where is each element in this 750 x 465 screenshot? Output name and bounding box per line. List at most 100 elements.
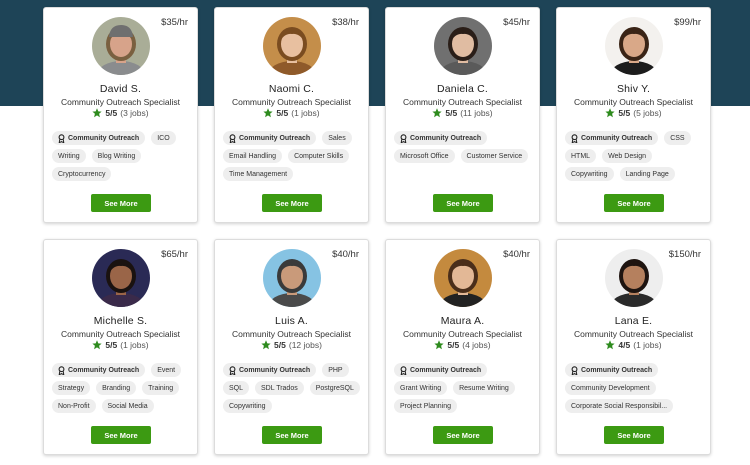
avatar[interactable] (92, 17, 150, 75)
see-more-button[interactable]: See More (91, 426, 151, 444)
skill-tags: Community Outreach CSS HTML Web Design Copy… (565, 131, 704, 181)
skill-tag[interactable]: PostgreSQL (309, 381, 360, 395)
star-icon (92, 108, 103, 118)
freelancer-card[interactable]: $45/hr Daniela C. Community Outreach Spe… (385, 7, 540, 223)
star-icon (605, 108, 616, 118)
freelancer-card[interactable]: $40/hr Maura A. Community Outreach Speci… (385, 239, 540, 455)
skill-badge[interactable]: Community Outreach (52, 131, 146, 145)
freelancer-card[interactable]: $40/hr Luis A. Community Outreach Specia… (214, 239, 369, 455)
rating: 5/5 (12 jobs) (215, 340, 368, 350)
skill-tag[interactable]: Project Planning (394, 399, 457, 413)
skill-badge-label: Community Outreach (68, 366, 140, 374)
hourly-rate: $40/hr (503, 249, 530, 260)
skill-tag[interactable]: Customer Service (460, 149, 529, 163)
freelancer-name[interactable]: Lana E. (557, 315, 710, 327)
skill-badge[interactable]: Community Outreach (223, 363, 317, 377)
skill-badge-label: Community Outreach (239, 134, 311, 142)
avatar-photo (92, 17, 150, 75)
avatar[interactable] (263, 249, 321, 307)
skill-badge-label: Community Outreach (68, 134, 140, 142)
badge-icon (400, 365, 407, 375)
hourly-rate: $35/hr (161, 17, 188, 28)
freelancer-name[interactable]: Michelle S. (44, 315, 197, 327)
skill-tag[interactable]: Sales (322, 131, 352, 145)
skill-tag[interactable]: PHP (322, 363, 349, 377)
hourly-rate: $99/hr (674, 17, 701, 28)
rating-score: 5/5 (105, 340, 118, 350)
rating-score: 5/5 (276, 108, 289, 118)
skill-tags: Community Outreach Community Development… (565, 363, 704, 413)
skill-tag[interactable]: SQL (223, 381, 250, 395)
skill-tag[interactable]: Copywriting (565, 167, 614, 181)
avatar[interactable] (605, 17, 663, 75)
freelancer-name[interactable]: Shiv Y. (557, 83, 710, 95)
rating-score: 4/5 (618, 340, 631, 350)
skill-badge[interactable]: Community Outreach (394, 131, 488, 145)
skill-badge-label: Community Outreach (581, 366, 653, 374)
skill-tag[interactable]: CSS (664, 131, 691, 145)
avatar[interactable] (263, 17, 321, 75)
freelancer-card[interactable]: $99/hr Shiv Y. Community Outreach Specia… (556, 7, 711, 223)
skill-badge[interactable]: Community Outreach (394, 363, 488, 377)
skill-badge[interactable]: Community Outreach (565, 363, 659, 377)
hourly-rate: $45/hr (503, 17, 530, 28)
badge-icon (571, 133, 578, 143)
skill-badge[interactable]: Community Outreach (565, 131, 659, 145)
skill-tag[interactable]: Cryptocurrency (52, 167, 112, 181)
see-more-button[interactable]: See More (262, 426, 322, 444)
skill-badge[interactable]: Community Outreach (52, 363, 146, 377)
skill-tags: Community Outreach Event Strategy Branding… (52, 363, 191, 413)
skill-tag[interactable]: Non-Profit (52, 399, 96, 413)
skill-tag[interactable]: Time Management (223, 167, 294, 181)
freelancer-card[interactable]: $35/hr David S. Community Outreach Speci… (43, 7, 198, 223)
skill-tag[interactable]: Social Media (101, 399, 154, 413)
avatar[interactable] (434, 17, 492, 75)
skill-tag[interactable]: Web Design (602, 149, 653, 163)
freelancer-name[interactable]: David S. (44, 83, 197, 95)
skill-tag[interactable]: Strategy (52, 381, 91, 395)
skill-tag[interactable]: Resume Writing (453, 381, 515, 395)
avatar-photo (263, 17, 321, 75)
rating-score: 5/5 (105, 108, 118, 118)
skill-tag[interactable]: Email Handling (223, 149, 283, 163)
freelancer-name[interactable]: Daniela C. (386, 83, 539, 95)
skill-tag[interactable]: Corporate Social Responsibil... (565, 399, 674, 413)
see-more-button[interactable]: See More (262, 194, 322, 212)
skill-tag[interactable]: ICO (151, 131, 176, 145)
rating: 5/5 (4 jobs) (386, 340, 539, 350)
see-more-button[interactable]: See More (604, 194, 664, 212)
avatar[interactable] (434, 249, 492, 307)
skill-tag[interactable]: Branding (96, 381, 137, 395)
avatar[interactable] (92, 249, 150, 307)
rating: 5/5 (1 jobs) (44, 340, 197, 350)
skill-tag[interactable]: Landing Page (619, 167, 675, 181)
skill-tag[interactable]: Community Development (565, 381, 656, 395)
skill-tag[interactable]: HTML (565, 149, 597, 163)
avatar[interactable] (605, 249, 663, 307)
see-more-button[interactable]: See More (604, 426, 664, 444)
skill-tag[interactable]: Copywriting (223, 399, 272, 413)
freelancer-name[interactable]: Maura A. (386, 315, 539, 327)
skill-tags: Community Outreach ICO Writing Blog Writin… (52, 131, 191, 181)
skill-tag[interactable]: SDL Trados (255, 381, 304, 395)
skill-tag[interactable]: Computer Skills (288, 149, 350, 163)
freelancer-name[interactable]: Naomi C. (215, 83, 368, 95)
freelancer-card[interactable]: $65/hr Michelle S. Community Outreach Sp… (43, 239, 198, 455)
see-more-button[interactable]: See More (91, 194, 151, 212)
skill-tag[interactable]: Microsoft Office (394, 149, 455, 163)
skill-tag[interactable]: Writing (52, 149, 86, 163)
freelancer-card[interactable]: $150/hr Lana E. Community Outreach Speci… (556, 239, 711, 455)
skill-badge[interactable]: Community Outreach (223, 131, 317, 145)
freelancer-card[interactable]: $38/hr Naomi C. Community Outreach Speci… (214, 7, 369, 223)
star-icon (263, 108, 274, 118)
skill-tag[interactable]: Blog Writing (91, 149, 142, 163)
freelancer-name[interactable]: Luis A. (215, 315, 368, 327)
rating-score: 5/5 (618, 108, 631, 118)
skill-tag[interactable]: Training (142, 381, 180, 395)
skill-tag[interactable]: Grant Writing (394, 381, 448, 395)
badge-icon (58, 133, 65, 143)
see-more-button[interactable]: See More (433, 194, 493, 212)
skill-tag[interactable]: Event (151, 363, 182, 377)
freelancer-card-grid: $35/hr David S. Community Outreach Speci… (43, 7, 711, 455)
see-more-button[interactable]: See More (433, 426, 493, 444)
